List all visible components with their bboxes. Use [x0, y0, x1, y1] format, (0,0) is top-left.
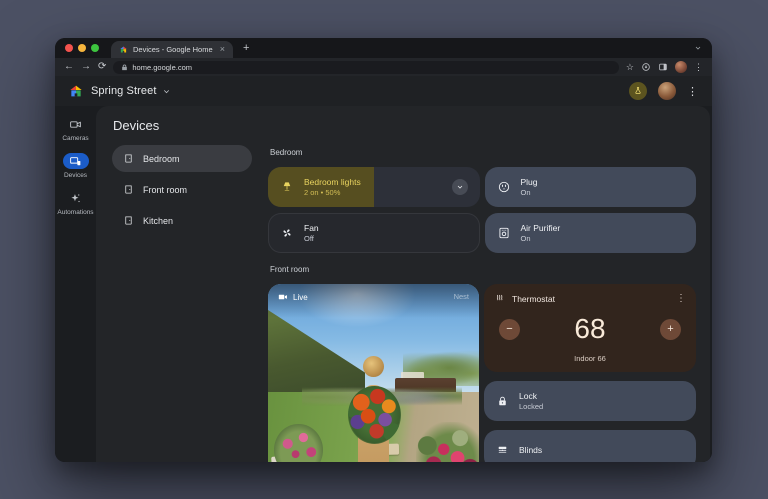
- tile-bedroom-lights[interactable]: Bedroom lights 2 on • 50%: [268, 167, 480, 207]
- browser-window: Devices - Google Home × + ← → ⟳ home.goo…: [55, 38, 712, 462]
- flask-icon: [633, 86, 643, 96]
- forward-button[interactable]: →: [81, 62, 91, 72]
- home-name: Spring Street: [91, 85, 157, 97]
- device-name: Thermostat: [512, 294, 555, 304]
- plug-icon: [497, 180, 511, 194]
- back-button[interactable]: ←: [64, 62, 74, 72]
- temp-decrease-button[interactable]: −: [499, 319, 520, 340]
- room-list: Bedroom Front room Kitchen: [112, 145, 252, 462]
- address-bar[interactable]: home.google.com: [113, 61, 619, 74]
- device-status: On: [521, 188, 538, 197]
- sidebar-label: Cameras: [62, 135, 88, 142]
- zoom-window-button[interactable]: [91, 44, 99, 52]
- setpoint-temperature: 68: [574, 313, 605, 345]
- public-preview-flask-button[interactable]: [629, 82, 647, 100]
- tile-lock[interactable]: Lock Locked: [484, 381, 696, 421]
- device-status: 2 on • 50%: [304, 188, 361, 197]
- flower-planter-right: [416, 422, 479, 462]
- device-name: Lock: [519, 391, 543, 401]
- nav-sidebar: Cameras Devices Automations: [55, 106, 96, 462]
- home-switcher[interactable]: Spring Street: [91, 85, 171, 97]
- reload-button[interactable]: ⟳: [98, 62, 106, 72]
- live-badge: Live: [278, 292, 308, 302]
- device-name: Plug: [521, 177, 538, 187]
- nest-watermark: Nest: [454, 292, 469, 301]
- browser-menu-icon[interactable]: ⋮: [694, 62, 703, 73]
- google-home-favicon: [119, 45, 128, 54]
- thermostat-menu-icon[interactable]: ⋮: [676, 293, 686, 304]
- account-avatar[interactable]: [658, 82, 676, 100]
- sidebar-item-cameras[interactable]: Cameras: [62, 116, 88, 142]
- room-label: Kitchen: [143, 216, 173, 226]
- app-menu-icon[interactable]: ⋮: [687, 85, 698, 98]
- google-home-logo: [68, 83, 84, 99]
- heat-waves-icon: [494, 293, 505, 304]
- url-text: home.google.com: [132, 63, 192, 72]
- device-name: Fan: [304, 223, 319, 233]
- bookmark-star-icon[interactable]: ☆: [626, 62, 634, 73]
- blinds-icon: [496, 444, 509, 457]
- sidebar-item-automations[interactable]: Automations: [57, 190, 93, 216]
- thermostat-card[interactable]: Thermostat ⋮ − 68 + Indoor 66: [484, 284, 696, 372]
- side-panel-icon[interactable]: [658, 62, 668, 72]
- room-item-kitchen[interactable]: Kitchen: [112, 207, 252, 234]
- lock-icon: [121, 64, 128, 71]
- device-grid: Bedroom Bedroom lights: [268, 145, 696, 462]
- room-item-bedroom[interactable]: Bedroom: [112, 145, 252, 172]
- sidebar-item-devices[interactable]: Devices: [63, 153, 89, 179]
- extensions-icon[interactable]: [641, 62, 651, 72]
- automations-icon: [62, 190, 88, 206]
- tile-plug[interactable]: Plug On: [485, 167, 697, 207]
- room-label: Front room: [143, 185, 187, 195]
- expand-chevron-button[interactable]: [452, 179, 468, 195]
- tab-strip: Devices - Google Home × +: [55, 38, 712, 58]
- lock-icon: [496, 395, 509, 408]
- sidebar-label: Devices: [64, 172, 87, 179]
- device-name: Bedroom lights: [304, 177, 361, 187]
- room-door-icon: [123, 153, 134, 164]
- device-status: Locked: [519, 402, 543, 411]
- browser-toolbar: ← → ⟳ home.google.com ☆ ⋮: [55, 58, 712, 76]
- app-body: Cameras Devices Automations: [55, 106, 712, 462]
- close-window-button[interactable]: [65, 44, 73, 52]
- indoor-temperature: Indoor 66: [494, 354, 686, 365]
- window-controls[interactable]: [65, 44, 99, 52]
- room-item-front-room[interactable]: Front room: [112, 176, 252, 203]
- section-label-front-room: Front room: [270, 265, 696, 274]
- fan-icon: [280, 226, 294, 240]
- air-purifier-icon: [497, 226, 511, 240]
- live-label: Live: [293, 293, 308, 302]
- room-label: Bedroom: [143, 154, 180, 164]
- temp-increase-button[interactable]: +: [660, 319, 681, 340]
- tab-close-icon[interactable]: ×: [220, 45, 225, 54]
- lamp-icon: [280, 180, 294, 194]
- chevron-down-icon: [162, 87, 171, 96]
- device-name: Blinds: [519, 445, 542, 455]
- section-label-bedroom: Bedroom: [270, 148, 696, 157]
- camera-feed-card[interactable]: Live Nest: [268, 284, 479, 462]
- flower-bouquet: [348, 386, 401, 444]
- room-door-icon: [123, 215, 134, 226]
- tab-title: Devices - Google Home: [133, 45, 215, 54]
- tile-blinds[interactable]: Blinds: [484, 430, 696, 462]
- app-header: Spring Street ⋮: [55, 76, 712, 106]
- device-status: Off: [304, 234, 319, 243]
- browser-tab[interactable]: Devices - Google Home ×: [111, 41, 233, 58]
- room-door-icon: [123, 184, 134, 195]
- page-title: Devices: [113, 118, 696, 133]
- device-name: Air Purifier: [521, 223, 561, 233]
- tab-search-chevron-icon[interactable]: [694, 44, 702, 52]
- browser-profile-avatar[interactable]: [675, 61, 687, 73]
- minimize-window-button[interactable]: [78, 44, 86, 52]
- tile-air-purifier[interactable]: Air Purifier On: [485, 213, 697, 253]
- devices-icon: [63, 153, 89, 169]
- devices-panel: Devices Bedroom Front room: [96, 106, 710, 462]
- device-status: On: [521, 234, 561, 243]
- new-tab-button[interactable]: +: [243, 42, 249, 54]
- sidebar-label: Automations: [57, 209, 93, 216]
- video-camera-icon: [278, 292, 288, 302]
- tile-fan[interactable]: Fan Off: [268, 213, 480, 253]
- cameras-icon: [63, 116, 89, 132]
